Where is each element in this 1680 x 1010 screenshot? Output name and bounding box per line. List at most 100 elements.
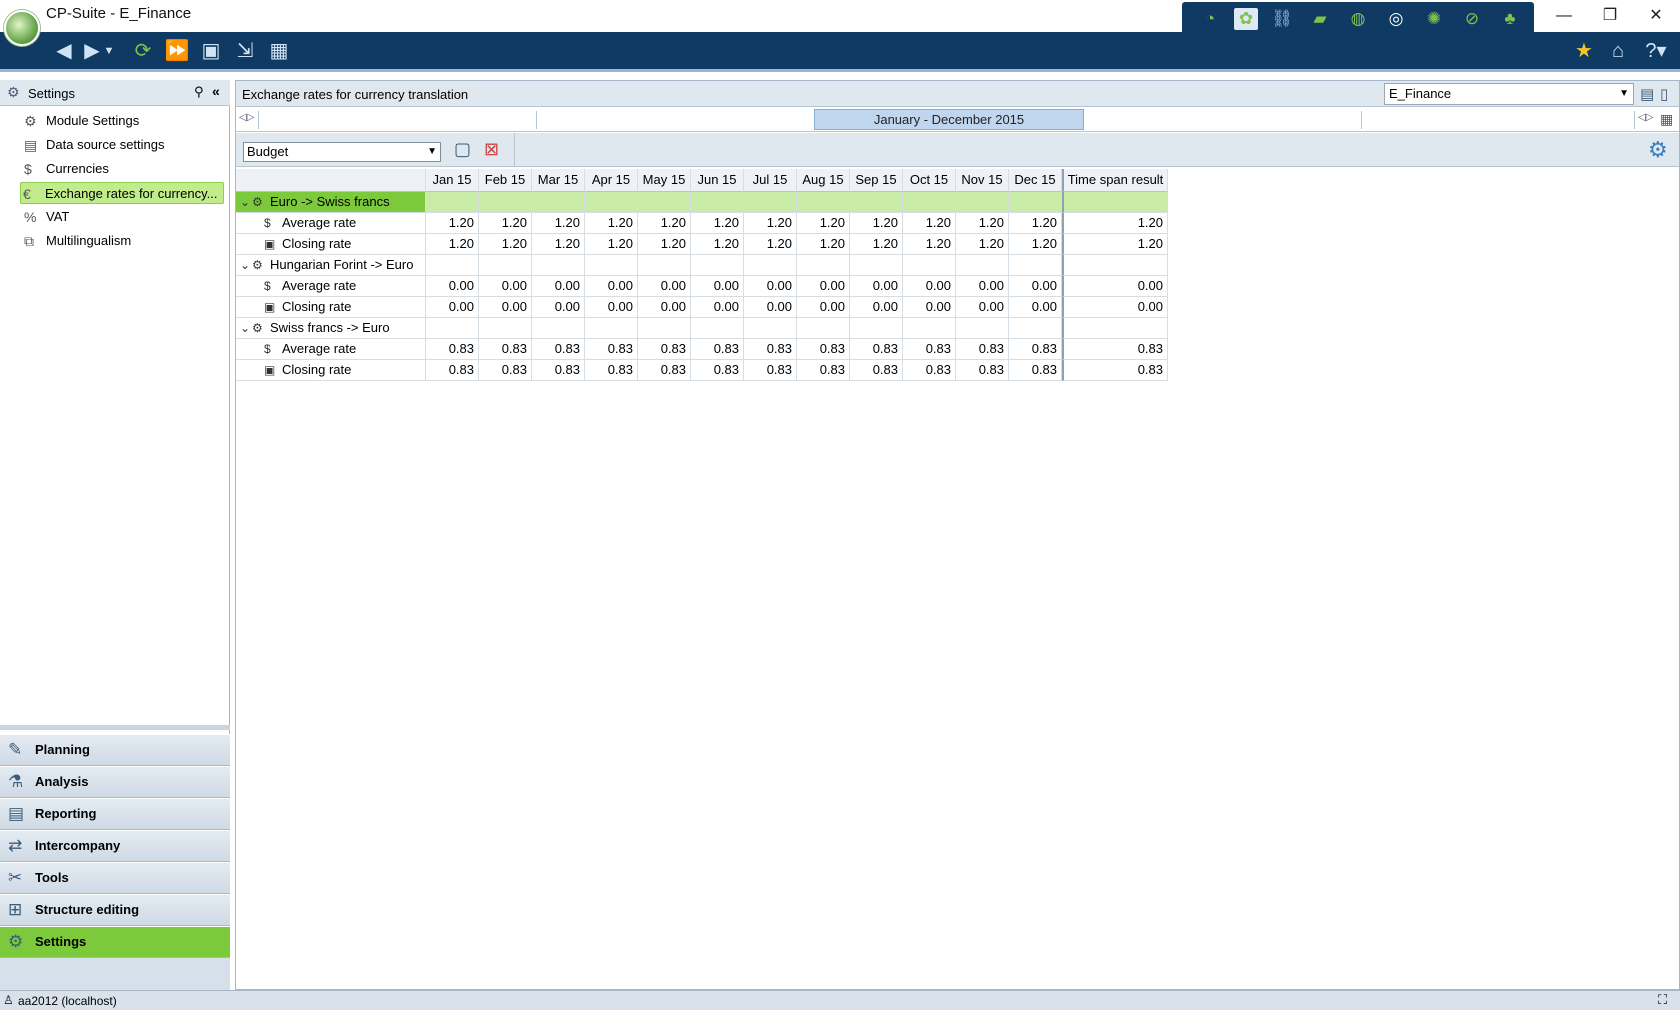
nav-analysis[interactable]: ⚗ Analysis [0, 766, 230, 798]
rate-value-cell[interactable]: 1.20 [744, 213, 797, 234]
column-header[interactable]: Feb 15 [479, 169, 532, 192]
rate-value-cell[interactable]: 0.83 [532, 339, 585, 360]
tree-item-data-source-settings[interactable]: ▤ Data source settings [22, 134, 165, 156]
column-header[interactable]: Time span result [1062, 169, 1168, 192]
rate-value-cell[interactable]: 1.20 [479, 213, 532, 234]
rate-value-cell[interactable]: 0.00 [691, 276, 744, 297]
rate-value-cell[interactable]: 0.00 [638, 297, 691, 318]
settings-gear-icon[interactable]: ⚙ [1648, 137, 1668, 163]
rate-value-cell[interactable]: 0.83 [903, 339, 956, 360]
column-header[interactable]: Oct 15 [903, 169, 956, 192]
close-button[interactable]: ✕ [1636, 4, 1676, 28]
rate-value-cell[interactable]: 0.83 [956, 360, 1009, 381]
rate-value-cell[interactable]: 0.83 [850, 339, 903, 360]
layout-icon[interactable]: ▤ [1640, 85, 1654, 103]
link-icon[interactable]: ⛓ [1270, 8, 1294, 30]
rate-value-cell[interactable]: 1.20 [426, 213, 479, 234]
column-header[interactable]: Mar 15 [532, 169, 585, 192]
rate-value-cell[interactable]: 1.20 [1009, 213, 1062, 234]
nav-tools[interactable]: ✂ Tools [0, 862, 230, 894]
timespan-range[interactable]: January - December 2015 [814, 109, 1084, 130]
panel-toggle-icon[interactable]: ▯ [1660, 85, 1668, 103]
rate-value-cell[interactable]: 1.20 [850, 213, 903, 234]
panel-splitter[interactable] [0, 725, 230, 730]
table-icon[interactable]: ▦ [266, 38, 292, 64]
search-icon[interactable]: ⚲ [194, 84, 204, 100]
rate-value-cell[interactable]: 1.20 [850, 234, 903, 255]
dashboard-icon[interactable]: ◔ [1198, 8, 1222, 30]
rate-value-cell[interactable]: 0.83 [956, 339, 1009, 360]
rate-value-cell[interactable]: 0.00 [850, 276, 903, 297]
rate-value-cell[interactable]: 0.83 [691, 339, 744, 360]
fast-forward-icon[interactable]: ⏩ [164, 38, 190, 64]
rate-value-cell[interactable]: 1.20 [691, 234, 744, 255]
back-icon[interactable]: ◀ [50, 38, 78, 64]
help-icon[interactable]: ?▾ [1640, 38, 1672, 64]
rate-value-cell[interactable]: 0.83 [479, 339, 532, 360]
rate-value-cell[interactable]: 0.00 [691, 297, 744, 318]
rate-value-cell[interactable]: 0.83 [1009, 339, 1062, 360]
rate-value-cell[interactable]: 0.83 [744, 360, 797, 381]
rate-value-cell[interactable]: 0.83 [426, 360, 479, 381]
rate-value-cell[interactable]: 1.20 [638, 213, 691, 234]
column-header[interactable]: Dec 15 [1009, 169, 1062, 192]
rate-value-cell[interactable]: 0.83 [797, 360, 850, 381]
timeline-prev-icon[interactable]: ◁▷ [239, 112, 254, 123]
rate-value-cell[interactable]: 0.83 [532, 360, 585, 381]
rate-value-cell[interactable]: 1.20 [797, 213, 850, 234]
timeline-next-icon[interactable]: ◁▷ [1638, 112, 1653, 123]
nav-reporting[interactable]: ▤ Reporting [0, 798, 230, 830]
rate-value-cell[interactable]: 0.00 [744, 297, 797, 318]
rate-value-cell[interactable]: 0.83 [797, 339, 850, 360]
rate-value-cell[interactable]: 0.00 [1009, 297, 1062, 318]
rate-value-cell[interactable]: 1.20 [956, 234, 1009, 255]
rate-value-cell[interactable]: 1.20 [585, 234, 638, 255]
minimize-button[interactable]: — [1544, 4, 1584, 28]
column-header[interactable]: Nov 15 [956, 169, 1009, 192]
rate-value-cell[interactable]: 0.83 [1009, 360, 1062, 381]
column-header[interactable]: Jul 15 [744, 169, 797, 192]
rate-value-cell[interactable]: 0.00 [532, 297, 585, 318]
rate-value-cell[interactable]: 0.00 [585, 297, 638, 318]
rate-value-cell[interactable]: 0.83 [691, 360, 744, 381]
rate-value-cell[interactable]: 0.83 [638, 339, 691, 360]
rate-value-cell[interactable]: 1.20 [585, 213, 638, 234]
rate-value-cell[interactable]: 0.83 [426, 339, 479, 360]
column-header[interactable]: Sep 15 [850, 169, 903, 192]
home-icon[interactable]: ⌂ [1604, 38, 1632, 64]
org-chart-icon[interactable]: ♣ [1498, 8, 1522, 30]
nav-structure-editing[interactable]: ⊞ Structure editing [0, 894, 230, 926]
rate-value-cell[interactable]: 0.00 [797, 297, 850, 318]
collapse-panel-icon[interactable]: « [212, 83, 220, 99]
rate-value-cell[interactable]: 0.83 [479, 360, 532, 381]
app-logo-icon[interactable] [4, 10, 40, 46]
lifebuoy-icon[interactable]: ◎ [1384, 8, 1408, 30]
rate-value-cell[interactable]: 1.20 [903, 234, 956, 255]
rate-value-cell[interactable]: 0.00 [479, 297, 532, 318]
expand-chevron-icon[interactable]: ⌄ [240, 192, 250, 212]
expand-chevron-icon[interactable]: ⌄ [240, 318, 250, 338]
tree-item-exchange-rates[interactable]: € Exchange rates for currency... [20, 182, 224, 204]
column-header[interactable]: Jan 15 [426, 169, 479, 192]
rate-value-cell[interactable]: 0.00 [903, 276, 956, 297]
rate-value-cell[interactable]: 1.20 [532, 213, 585, 234]
rate-value-cell[interactable]: 0.00 [426, 297, 479, 318]
tree-item-vat[interactable]: % VAT [22, 206, 69, 228]
tree-item-multilingualism[interactable]: ⧉ Multilingualism [22, 230, 131, 252]
rate-value-cell[interactable]: 0.00 [956, 276, 1009, 297]
rate-value-cell[interactable]: 1.20 [1009, 234, 1062, 255]
rate-value-cell[interactable]: 1.20 [797, 234, 850, 255]
rate-value-cell[interactable]: 0.00 [585, 276, 638, 297]
nav-intercompany[interactable]: ⇄ Intercompany [0, 830, 230, 862]
money-icon[interactable]: ▰ [1308, 8, 1332, 30]
rate-value-cell[interactable]: 0.83 [585, 339, 638, 360]
rate-value-cell[interactable]: 0.83 [638, 360, 691, 381]
planning-module-icon[interactable]: ✿ [1234, 8, 1258, 30]
favorites-star-icon[interactable]: ★ [1570, 38, 1598, 64]
rate-value-cell[interactable]: 1.20 [691, 213, 744, 234]
rate-value-cell[interactable]: 0.00 [850, 297, 903, 318]
rate-value-cell[interactable]: 1.20 [479, 234, 532, 255]
column-header[interactable]: May 15 [638, 169, 691, 192]
calendar-icon[interactable]: ▦ [1660, 111, 1673, 128]
new-record-icon[interactable]: ▢ [454, 139, 471, 160]
